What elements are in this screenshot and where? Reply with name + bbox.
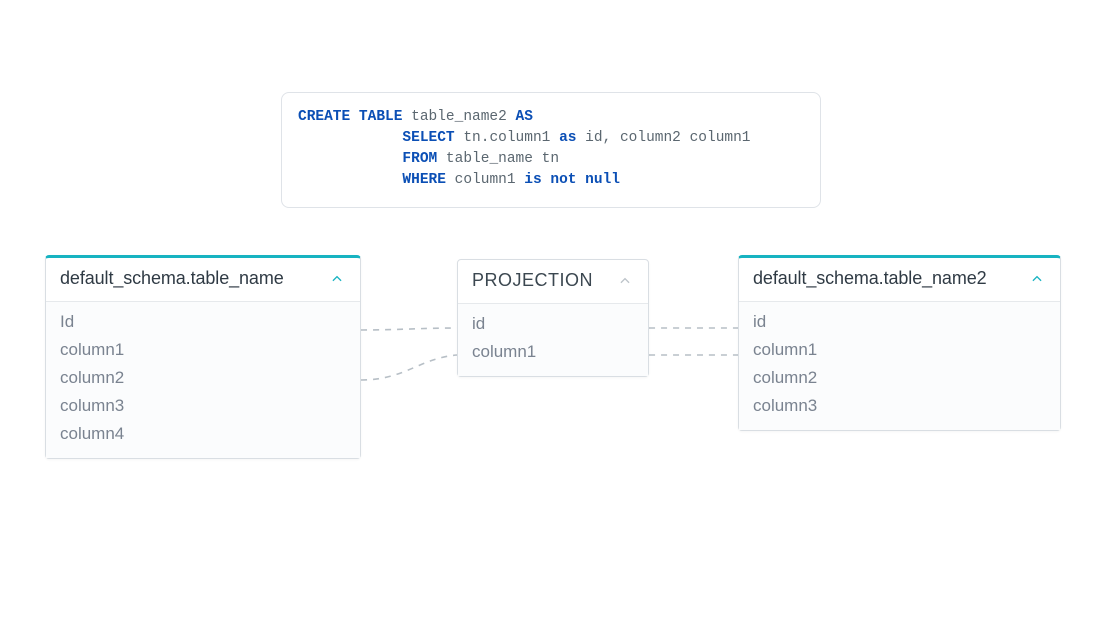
column-row[interactable]: column4: [60, 420, 346, 448]
chevron-up-icon[interactable]: [616, 272, 634, 290]
node-title: default_schema.table_name2: [753, 268, 987, 289]
node-title: PROJECTION: [472, 270, 593, 291]
column-row[interactable]: column3: [60, 392, 346, 420]
node-body: id column1 column2 column3: [739, 302, 1060, 430]
lineage-node-target-table[interactable]: default_schema.table_name2 id column1 co…: [738, 255, 1061, 431]
lineage-node-projection[interactable]: PROJECTION id column1: [457, 259, 649, 377]
node-body: id column1: [458, 304, 648, 376]
sql-kw-as: AS: [516, 109, 533, 125]
chevron-up-icon[interactable]: [328, 270, 346, 288]
column-row[interactable]: column1: [472, 338, 634, 366]
sql-where-expr: column1: [446, 172, 524, 188]
column-row[interactable]: column1: [60, 336, 346, 364]
sql-kw-as2: as: [559, 130, 576, 146]
column-row[interactable]: id: [472, 310, 634, 338]
sql-kw-where: WHERE: [402, 172, 446, 188]
sql-kw-from: FROM: [402, 151, 437, 167]
node-header[interactable]: default_schema.table_name2: [739, 258, 1060, 302]
sql-select-expr2: id, column2 column1: [576, 130, 750, 146]
column-row[interactable]: Id: [60, 308, 346, 336]
sql-kw-isnotnull: is not null: [524, 172, 620, 188]
column-row[interactable]: id: [753, 308, 1046, 336]
column-row[interactable]: column3: [753, 392, 1046, 420]
sql-code-panel: CREATE TABLE table_name2 AS SELECT tn.co…: [281, 92, 821, 208]
chevron-up-icon[interactable]: [1028, 270, 1046, 288]
lineage-node-source-table[interactable]: default_schema.table_name Id column1 col…: [45, 255, 361, 459]
sql-table-name: table_name2: [402, 109, 515, 125]
sql-from-expr: table_name tn: [437, 151, 559, 167]
node-header[interactable]: default_schema.table_name: [46, 258, 360, 302]
column-row[interactable]: column2: [753, 364, 1046, 392]
node-header[interactable]: PROJECTION: [458, 260, 648, 304]
sql-select-expr1: tn.column1: [455, 130, 559, 146]
column-row[interactable]: column2: [60, 364, 346, 392]
node-body: Id column1 column2 column3 column4: [46, 302, 360, 458]
sql-kw-create-table: CREATE TABLE: [298, 109, 402, 125]
node-title: default_schema.table_name: [60, 268, 284, 289]
column-row[interactable]: column1: [753, 336, 1046, 364]
sql-kw-select: SELECT: [402, 130, 454, 146]
